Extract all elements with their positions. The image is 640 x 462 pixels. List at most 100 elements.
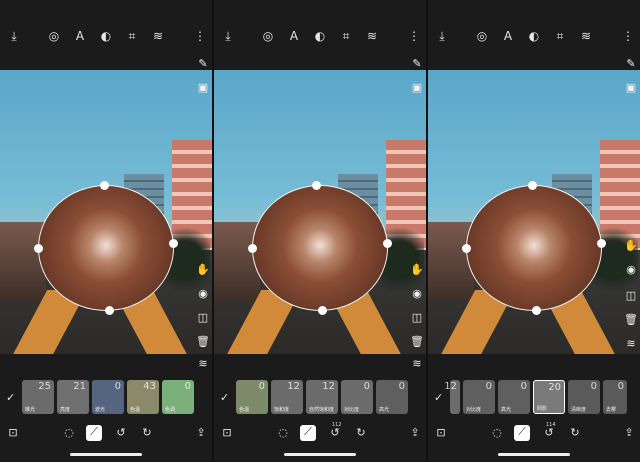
undo-icon[interactable]: ↺ 114 — [542, 422, 556, 440]
top-toolbar: ⤓ ◎ A ◐ ⌗ ≋ ⋮ — [0, 0, 212, 72]
adjustment-list: 25 曝光 21 亮度 0 遮光 43 色温 0 色调 — [0, 380, 212, 416]
trash-icon[interactable]: 🗑 — [195, 334, 211, 350]
brush-tool-icon[interactable]: ⟋ — [300, 425, 316, 441]
split-icon[interactable]: ◫ — [623, 288, 639, 304]
spiral-icon[interactable]: ◌ — [276, 426, 290, 440]
palette-icon[interactable]: ◎ — [46, 28, 62, 44]
bag-icon[interactable]: ⊡ — [434, 426, 448, 440]
text-icon[interactable]: A — [72, 28, 88, 44]
adjust-chip[interactable]: 0 清晰度 — [568, 380, 600, 414]
hand-icon[interactable]: ✋ — [195, 262, 211, 278]
adjust-chip[interactable]: 12 饱和度 — [271, 380, 303, 414]
mask-handle-bottom[interactable] — [532, 306, 541, 315]
bag-icon[interactable]: ⊡ — [6, 426, 20, 440]
layers-icon[interactable]: ≋ — [150, 28, 166, 44]
adjust-chip[interactable]: 0 去雾 — [603, 380, 627, 414]
brush-tool-icon[interactable]: ⟋ — [514, 425, 530, 441]
mask-handle-left[interactable] — [248, 244, 257, 253]
split-icon[interactable]: ◫ — [195, 310, 211, 326]
trash-icon[interactable]: 🗑 — [623, 312, 639, 328]
crop-icon[interactable]: ⌗ — [338, 28, 354, 44]
mask-handle-bottom[interactable] — [105, 306, 114, 315]
eye-icon[interactable]: ◉ — [195, 286, 211, 302]
mask-handle-left[interactable] — [34, 244, 43, 253]
split-icon[interactable]: ◫ — [409, 310, 425, 326]
share-icon[interactable]: ⇪ — [622, 426, 636, 440]
adjustment-list: 0 色温 12 饱和度 12 自然饱和度 0 对比度 0 高光 — [214, 380, 426, 416]
download-icon[interactable]: ⤓ — [6, 28, 22, 44]
more-icon[interactable]: ⋮ — [192, 28, 208, 44]
eye-icon[interactable]: ◉ — [409, 286, 425, 302]
share-icon[interactable]: ⇪ — [408, 426, 422, 440]
version-badge: 114 — [546, 422, 556, 428]
more-icon[interactable]: ⋮ — [406, 28, 422, 44]
bag-icon[interactable]: ⊡ — [220, 426, 234, 440]
more-icon[interactable]: ⋮ — [620, 28, 636, 44]
palette-icon[interactable]: ◎ — [260, 28, 276, 44]
radial-mask[interactable] — [252, 185, 388, 311]
layers-icon[interactable]: ≋ — [409, 356, 425, 372]
adjust-chip[interactable]: 0 高光 — [498, 380, 530, 414]
brush-tool-icon[interactable]: ⟋ — [86, 425, 102, 441]
editor-panel-1: ⤓ ◎ A ◐ ⌗ ≋ ⋮ ✎ ▣ ✋ ◉ ◫ 🗑 ≋ ✓ 25 曝光 21 亮度 … — [0, 0, 212, 462]
brush-icon[interactable]: ✎ — [409, 56, 425, 72]
text-icon[interactable]: A — [500, 28, 516, 44]
download-icon[interactable]: ⤓ — [434, 28, 450, 44]
crop-icon[interactable]: ⌗ — [124, 28, 140, 44]
mask-handle-bottom[interactable] — [318, 306, 327, 315]
mask-handle-right[interactable] — [169, 239, 178, 248]
hand-icon[interactable]: ✋ — [409, 262, 425, 278]
brush-icon[interactable]: ✎ — [623, 56, 639, 72]
adjust-chip[interactable]: 43 色温 — [127, 380, 159, 414]
redo-icon[interactable]: ↻ — [568, 426, 582, 440]
brush-icon[interactable]: ✎ — [195, 56, 211, 72]
mask-icon[interactable]: ◐ — [526, 28, 542, 44]
adjust-chip-selected[interactable]: 20 阴影 — [533, 380, 565, 414]
redo-icon[interactable]: ↻ — [140, 426, 154, 440]
adjust-chip[interactable]: 0 遮光 — [92, 380, 124, 414]
adjust-chip[interactable]: 0 色温 — [236, 380, 268, 414]
adjust-chip[interactable]: 0 对比度 — [463, 380, 495, 414]
spiral-icon[interactable]: ◌ — [490, 426, 504, 440]
mask-handle-left[interactable] — [462, 244, 471, 253]
redo-icon[interactable]: ↻ — [354, 426, 368, 440]
mask-handle-top[interactable] — [100, 181, 109, 190]
undo-icon[interactable]: ↺ — [114, 426, 128, 440]
mask-handle-right[interactable] — [597, 239, 606, 248]
adjust-chip[interactable]: 21 亮度 — [57, 380, 89, 414]
photo-canvas[interactable] — [428, 70, 640, 354]
layers-icon[interactable]: ≋ — [623, 336, 639, 352]
radial-mask[interactable] — [466, 185, 602, 311]
layers-icon[interactable]: ≋ — [195, 356, 211, 372]
home-indicator — [498, 453, 570, 456]
download-icon[interactable]: ⤓ — [220, 28, 236, 44]
compare-icon[interactable]: ▣ — [409, 80, 425, 96]
eye-icon[interactable]: ◉ — [623, 262, 639, 278]
crop-icon[interactable]: ⌗ — [552, 28, 568, 44]
compare-icon[interactable]: ▣ — [623, 80, 639, 96]
photo-canvas[interactable] — [0, 70, 212, 354]
mask-handle-top[interactable] — [312, 181, 321, 190]
palette-icon[interactable]: ◎ — [474, 28, 490, 44]
undo-icon[interactable]: ↺ 112 — [328, 422, 342, 440]
mask-icon[interactable]: ◐ — [312, 28, 328, 44]
text-icon[interactable]: A — [286, 28, 302, 44]
adjust-chip[interactable]: 12 — [444, 380, 460, 414]
layers-icon[interactable]: ≋ — [578, 28, 594, 44]
layers-icon[interactable]: ≋ — [364, 28, 380, 44]
mask-handle-right[interactable] — [383, 239, 392, 248]
mask-handle-top[interactable] — [528, 181, 537, 190]
adjust-chip[interactable]: 0 对比度 — [341, 380, 373, 414]
photo-canvas[interactable] — [214, 70, 426, 354]
compare-icon[interactable]: ▣ — [195, 80, 211, 96]
mask-icon[interactable]: ◐ — [98, 28, 114, 44]
adjust-chip[interactable]: 25 曝光 — [22, 380, 54, 414]
share-icon[interactable]: ⇪ — [194, 426, 208, 440]
radial-mask[interactable] — [38, 185, 174, 311]
trash-icon[interactable]: 🗑 — [409, 334, 425, 350]
adjust-chip[interactable]: 12 自然饱和度 — [306, 380, 338, 414]
hand-icon[interactable]: ✋ — [623, 238, 639, 254]
adjust-chip[interactable]: 0 色调 — [162, 380, 194, 414]
adjust-chip[interactable]: 0 高光 — [376, 380, 408, 414]
spiral-icon[interactable]: ◌ — [62, 426, 76, 440]
